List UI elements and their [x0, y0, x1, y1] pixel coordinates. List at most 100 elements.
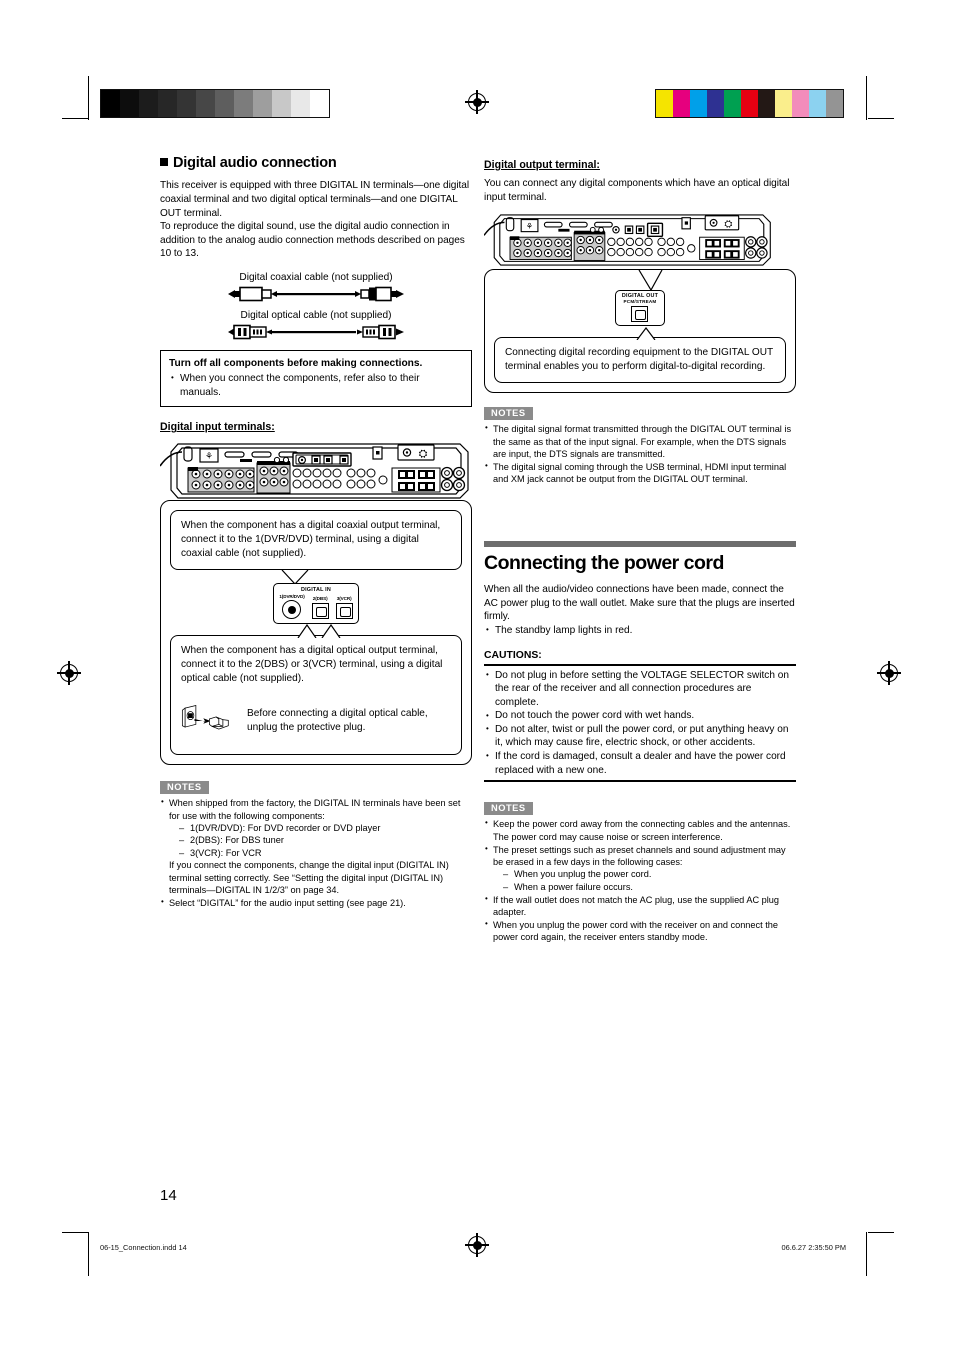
note-sublist: When you unplug the power cord. When a p… [503, 868, 796, 893]
registration-target-right [877, 661, 901, 685]
calibration-swatch [741, 90, 758, 117]
left-notes-list: When shipped from the factory, the DIGIT… [160, 796, 472, 909]
coaxial-jack-icon [282, 600, 302, 620]
page-title: Digital audio connection [160, 155, 472, 172]
digital-in-title: DIGITAL IN [301, 587, 331, 594]
right-notes-list-1: The digital signal format transmitted th… [484, 422, 796, 486]
right-notes-block-1: NOTES The digital signal format transmit… [484, 403, 796, 486]
svg-text:⚘: ⚘ [205, 452, 213, 462]
note-sub-item: 1(DVR/DVD): For DVD recorder or DVD play… [179, 822, 472, 835]
caution-item: If the cord is damaged, consult a dealer… [484, 749, 796, 777]
jack-3-vcr: 3(VCR) [335, 596, 353, 620]
notes-tag-right-2: NOTES [484, 801, 533, 816]
registration-target-left [57, 661, 81, 685]
crop-mark-bl-h [62, 1232, 88, 1234]
note-continuation: If you connect the components, change th… [169, 860, 449, 895]
optical-jack-icon-3 [335, 603, 353, 620]
warning-title: Turn off all components before making co… [169, 357, 423, 369]
registration-target-top [465, 90, 489, 114]
cmyk-calibration-bar [655, 89, 844, 118]
intro-paragraph: This receiver is equipped with three DIG… [160, 180, 470, 260]
page-number: 14 [160, 1187, 177, 1204]
calibration-swatch [690, 90, 707, 117]
output-callout: Connecting digital recording equipment t… [494, 337, 786, 384]
footer-filename: 06-15_Connection.indd 14 [100, 1243, 187, 1252]
note-text: If the wall outlet does not match the AC… [493, 894, 780, 918]
crop-mark-tl-h [62, 118, 88, 120]
crop-mark-tl-v [88, 76, 90, 120]
coaxial-callout: When the component has a digital coaxial… [170, 510, 462, 571]
power-bullet-item: The standby lamp lights in red. [484, 623, 796, 638]
note-item: When shipped from the factory, the DIGIT… [160, 796, 472, 896]
document-page: Digital audio connection This receiver i… [0, 0, 954, 1351]
calibration-swatch [809, 90, 826, 117]
optical-callout: When the component has a digital optical… [170, 635, 462, 756]
optical-cable-figure: Digital optical cable (not supplied) [160, 309, 472, 340]
digital-in-terminal-detail: DIGITAL IN 1(DVR/DVD) 2(DBS) 3(VCR) [273, 583, 359, 625]
calibration-swatch [291, 90, 310, 117]
calibration-swatch [196, 90, 215, 117]
calibration-swatch [177, 90, 196, 117]
notes-tag-left: NOTES [160, 780, 209, 795]
jack-1-dvr-dvd: 1(DVR/DVD) [279, 594, 305, 620]
cautions-block: CAUTIONS: Do not plug in before setting … [484, 650, 796, 783]
calibration-swatch [234, 90, 253, 117]
note-sub-item: When a power failure occurs. [503, 881, 796, 894]
note-item: When you unplug the power cord with the … [484, 918, 796, 944]
rear-panel-diagram-output: ⚘ ⛭ [484, 214, 771, 266]
crop-mark-tr-h [868, 118, 894, 120]
warning-list: When you connect the components, refer a… [169, 371, 463, 399]
power-cord-section: Connecting the power cord When all the a… [484, 540, 796, 638]
note-text: Keep the power cord away from the connec… [493, 819, 791, 842]
svg-text:⛭: ⛭ [419, 447, 428, 460]
cautions-rule-wrap: Do not plug in before setting the VOLTAG… [484, 663, 796, 783]
calibration-swatch [673, 90, 690, 117]
digital-input-callout-group: When the component has a digital coaxial… [160, 500, 472, 766]
digital-out-terminal-detail: DIGITAL OUT PCM/STREAM [614, 290, 666, 327]
calibration-swatch [792, 90, 809, 117]
calibration-swatch [656, 90, 673, 117]
calibration-swatch [272, 90, 291, 117]
cautions-title: CAUTIONS: [484, 649, 542, 661]
cautions-list: Do not plug in before setting the VOLTAG… [484, 668, 796, 778]
note-sub-item: 3(VCR): For VCR [179, 847, 472, 860]
notes-tag-right-1: NOTES [484, 406, 533, 421]
note-text: The preset settings such as preset chann… [493, 844, 786, 867]
optical-jack-icon-2 [311, 603, 329, 620]
note-item: If the wall outlet does not match the AC… [484, 893, 796, 919]
calibration-swatch [158, 90, 177, 117]
digital-out-subtitle: PCM/STREAM [623, 299, 657, 305]
note-item: The preset settings such as preset chann… [484, 843, 796, 894]
caution-item: Do not plug in before setting the VOLTAG… [484, 668, 796, 710]
warning-item: When you connect the components, refer a… [169, 371, 463, 399]
power-cord-heading: Connecting the power cord [484, 551, 724, 574]
jack-2-label: 2(DBS) [312, 596, 328, 602]
power-bullet-list: The standby lamp lights in red. [484, 623, 796, 638]
coaxial-cable-icon [228, 286, 404, 302]
calibration-swatch [775, 90, 792, 117]
crop-mark-bl-v [88, 1232, 90, 1276]
footer-timestamp: 06.6.27 2:35:50 PM [781, 1243, 846, 1252]
output-intro-paragraph: You can connect any digital components w… [484, 178, 790, 203]
section-divider-bar [484, 540, 796, 547]
grayscale-calibration-bar [100, 89, 330, 118]
note-item: The digital signal coming through the US… [484, 460, 796, 486]
left-column: Digital audio connection This receiver i… [160, 155, 472, 910]
page-title-text: Digital audio connection [173, 155, 337, 171]
digital-input-terminals-heading: Digital input terminals: [160, 421, 275, 434]
optical-callout-text: When the component has a digital optical… [181, 645, 443, 685]
protective-plug-icon [181, 705, 229, 730]
right-notes-block-2: NOTES Keep the power cord away from the … [484, 798, 796, 944]
optical-cable-caption: Digital optical cable (not supplied) [240, 309, 392, 321]
svg-text:⚘: ⚘ [526, 221, 534, 231]
coaxial-cable-caption: Digital coaxial cable (not supplied) [239, 271, 393, 283]
crop-mark-br-v [866, 1232, 868, 1276]
coaxial-cable-figure: Digital coaxial cable (not supplied) [160, 271, 472, 302]
right-notes-list-2: Keep the power cord away from the connec… [484, 817, 796, 944]
right-column: Digital output terminal: You can connect… [484, 155, 796, 944]
output-pointer-lines [638, 270, 663, 292]
note-text: When shipped from the factory, the DIGIT… [169, 798, 461, 821]
jack-3-label: 3(VCR) [336, 596, 352, 602]
crop-mark-tr-v [866, 76, 868, 120]
caution-item: Do not touch the power cord with wet han… [484, 709, 796, 723]
